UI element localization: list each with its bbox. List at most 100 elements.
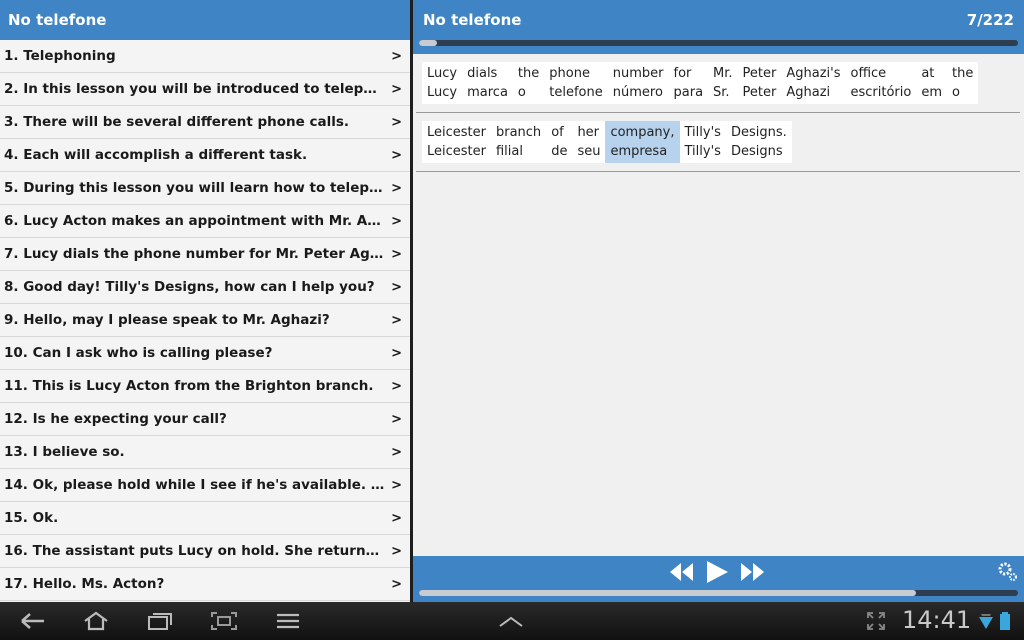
list-item-label: 15. Ok.	[4, 510, 59, 526]
word-pair[interactable]: Leicester Leicester	[422, 121, 491, 163]
list-item[interactable]: 12. Is he expecting your call? >	[0, 403, 410, 436]
list-item[interactable]: 2. In this lesson you will be introduced…	[0, 73, 410, 106]
home-icon[interactable]	[82, 611, 110, 631]
source-word: Mr.	[713, 66, 733, 81]
list-item-label: 11. This is Lucy Acton from the Brighton…	[4, 378, 374, 394]
list-item-label: 3. There will be several different phone…	[4, 114, 350, 130]
sentence-panel: No telefone 7/222 Lucy Lucy dials marca the o…	[413, 0, 1024, 602]
chevron-right-icon: >	[391, 213, 402, 229]
source-word: number	[612, 66, 664, 81]
list-item[interactable]: 8. Good day! Tilly's Designs, how can I …	[0, 271, 410, 304]
translated-word: seu	[577, 144, 601, 159]
translated-word: Sr.	[713, 85, 730, 100]
fast-rewind-icon[interactable]	[668, 561, 694, 583]
source-word: office	[850, 66, 887, 81]
list-item-label: 10. Can I ask who is calling please?	[4, 345, 273, 361]
translated-word: o	[952, 85, 960, 100]
list-item[interactable]: 5. During this lesson you will learn how…	[0, 172, 410, 205]
list-item[interactable]: 3. There will be several different phone…	[0, 106, 410, 139]
list-item[interactable]: 9. Hello, may I please speak to Mr. Agha…	[0, 304, 410, 337]
source-word: for	[673, 66, 692, 81]
word-pair[interactable]: company, empresa	[605, 121, 680, 163]
list-item-label: 8. Good day! Tilly's Designs, how can I …	[4, 279, 375, 295]
translated-word: Peter	[742, 85, 777, 100]
list-item[interactable]: 11. This is Lucy Acton from the Brighton…	[0, 370, 410, 403]
chevron-right-icon: >	[391, 246, 402, 262]
list-item[interactable]: 4. Each will accomplish a different task…	[0, 139, 410, 172]
up-chevron-icon[interactable]	[497, 611, 525, 631]
translated-word: Lucy	[427, 85, 458, 100]
source-word: her	[577, 125, 600, 140]
translated-word: filial	[495, 144, 523, 159]
list-item[interactable]: 10. Can I ask who is calling please? >	[0, 337, 410, 370]
word-pair[interactable]: office escritório	[845, 62, 917, 104]
back-icon[interactable]	[18, 611, 46, 631]
translated-word: para	[673, 85, 704, 100]
chevron-right-icon: >	[391, 378, 402, 394]
word-pair[interactable]: phone telefone	[544, 62, 608, 104]
fullscreen-icon[interactable]	[866, 611, 886, 631]
list-item[interactable]: 13. I believe so. >	[0, 436, 410, 469]
source-word: of	[551, 125, 564, 140]
lesson-list: 1. Telephoning > 2. In this lesson you wil…	[0, 40, 410, 601]
source-word: Peter	[742, 66, 777, 81]
list-item-label: 12. Is he expecting your call?	[4, 411, 227, 427]
chevron-right-icon: >	[391, 543, 402, 559]
list-item[interactable]: 7. Lucy dials the phone number for Mr. P…	[0, 238, 410, 271]
list-item[interactable]: 15. Ok. >	[0, 502, 410, 535]
word-pair[interactable]: for para	[668, 62, 709, 104]
chevron-right-icon: >	[391, 510, 402, 526]
sentence-panel-title: No telefone	[423, 11, 522, 29]
word-pair[interactable]: number número	[607, 62, 669, 104]
word-pair[interactable]: Aghazi's Aghazi	[781, 62, 846, 104]
sentence-area: Lucy Lucy dials marca the o phone telefone numbe…	[413, 54, 1024, 172]
list-item[interactable]: 1. Telephoning >	[0, 40, 410, 73]
menu-icon[interactable]	[274, 611, 302, 631]
word-pair[interactable]: Peter Peter	[737, 62, 782, 104]
list-item-label: 16. The assistant puts Lucy on hold. She…	[4, 543, 386, 559]
clock: 14:41	[902, 606, 972, 634]
sentence-row: Lucy Lucy dials marca the o phone telefone numbe…	[416, 54, 1020, 113]
audio-player-bar	[413, 556, 1024, 602]
word-pair[interactable]: branch filial	[490, 121, 547, 163]
word-pair[interactable]: the o	[947, 62, 979, 104]
word-pair[interactable]: the o	[512, 62, 545, 104]
chevron-right-icon: >	[391, 444, 402, 460]
source-word: the	[517, 66, 540, 81]
sentence-header: No telefone 7/222	[413, 0, 1024, 40]
list-item[interactable]: 6. Lucy Acton makes an appointment with …	[0, 205, 410, 238]
chevron-right-icon: >	[391, 345, 402, 361]
source-word: the	[952, 66, 974, 81]
gear-icon[interactable]	[996, 560, 1018, 582]
list-item[interactable]: 17. Hello. Ms. Acton? >	[0, 568, 410, 601]
word-pair[interactable]: of de	[546, 121, 573, 163]
source-word: branch	[495, 125, 542, 140]
list-item-label: 17. Hello. Ms. Acton?	[4, 576, 165, 592]
word-pair[interactable]: at em	[916, 62, 948, 104]
list-item-label: 13. I believe so.	[4, 444, 125, 460]
play-icon[interactable]	[704, 560, 730, 584]
battery-icon	[1000, 612, 1010, 630]
chevron-right-icon: >	[391, 81, 402, 97]
word-pair[interactable]: Mr. Sr.	[708, 62, 738, 104]
recent-apps-icon[interactable]	[146, 611, 174, 631]
wifi-icon	[979, 614, 993, 629]
list-item-label: 5. During this lesson you will learn how…	[4, 180, 386, 196]
sentence-row: Leicester Leicester branch filial of de her seu…	[416, 113, 1020, 172]
lesson-progress-bar[interactable]	[413, 40, 1024, 54]
fast-forward-icon[interactable]	[740, 561, 766, 583]
word-pair[interactable]: Tilly's Tilly's	[679, 121, 726, 163]
list-item[interactable]: 14. Ok, please hold while I see if he's …	[0, 469, 410, 502]
translated-word: Aghazi	[786, 85, 831, 100]
word-pair[interactable]: Lucy Lucy	[422, 62, 463, 104]
word-pair[interactable]: Designs. Designs	[725, 121, 792, 163]
playback-progress-bar[interactable]	[419, 590, 1018, 596]
screenshot-icon[interactable]	[210, 611, 238, 631]
word-pair[interactable]: her seu	[572, 121, 606, 163]
lesson-list-title: No telefone	[0, 0, 410, 40]
list-item[interactable]: 16. The assistant puts Lucy on hold. She…	[0, 535, 410, 568]
word-pair[interactable]: dials marca	[462, 62, 513, 104]
list-item-label: 2. In this lesson you will be introduced…	[4, 81, 386, 97]
list-item-label: 9. Hello, may I please speak to Mr. Agha…	[4, 312, 330, 328]
translated-word: em	[921, 85, 943, 100]
